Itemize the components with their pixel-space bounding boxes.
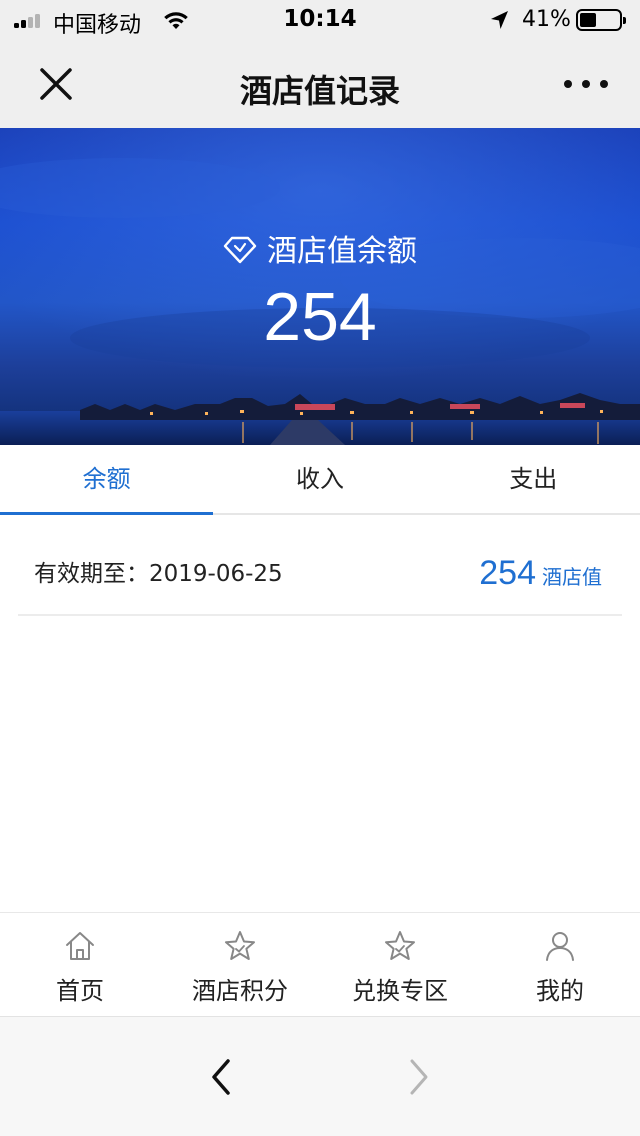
gem-icon — [223, 236, 257, 264]
bottom-nav-mine[interactable]: 我的 — [480, 913, 640, 1016]
back-arrow-icon[interactable] — [202, 1055, 242, 1099]
nav-bar: 酒店值记录 — [0, 40, 640, 128]
record-amount-unit: 酒店值 — [542, 565, 602, 589]
balance-value: 254 — [263, 279, 377, 355]
more-icon[interactable] — [556, 64, 616, 104]
bottom-nav-label: 兑换专区 — [352, 977, 448, 1005]
star-icon — [385, 931, 415, 960]
balance-banner: 酒店值余额 254 — [0, 128, 640, 445]
tab-income[interactable]: 收入 — [213, 445, 426, 513]
location-arrow-icon — [491, 11, 508, 29]
page-title: 酒店值记录 — [239, 72, 400, 110]
record-amount: 254 酒店值 — [479, 554, 602, 593]
balance-label: 酒店值余额 — [0, 226, 640, 270]
star-icon — [225, 931, 255, 960]
user-icon — [546, 932, 574, 961]
record-amount-value: 254 — [479, 554, 536, 592]
expiry-label: 有效期至：2019-06-25 — [34, 561, 283, 587]
browser-toolbar — [0, 1016, 640, 1136]
bottom-nav-label: 酒店积分 — [192, 977, 288, 1005]
battery-icon — [576, 9, 626, 31]
bottom-nav-label: 我的 — [536, 977, 584, 1005]
balance-label-text: 酒店值余额 — [267, 234, 417, 269]
bottom-nav: 首页 酒店积分 兑换专区 我的 — [0, 912, 640, 1016]
bottom-nav-exchange[interactable]: 兑换专区 — [320, 913, 480, 1016]
bottom-nav-hotel-points[interactable]: 酒店积分 — [160, 913, 320, 1016]
home-icon — [66, 932, 94, 960]
status-bar: 中国移动 10:14 41% — [0, 0, 640, 40]
list-item: 有效期至：2019-06-25 254 酒店值 — [18, 516, 622, 616]
battery-percent: 41% — [522, 7, 571, 32]
bottom-nav-home[interactable]: 首页 — [0, 913, 160, 1016]
bottom-nav-label: 首页 — [56, 977, 104, 1005]
forward-arrow-icon[interactable] — [398, 1055, 438, 1099]
tab-balance[interactable]: 余额 — [0, 445, 214, 515]
tab-expense[interactable]: 支出 — [427, 445, 640, 513]
record-tabs: 余额 收入 支出 — [0, 445, 640, 515]
